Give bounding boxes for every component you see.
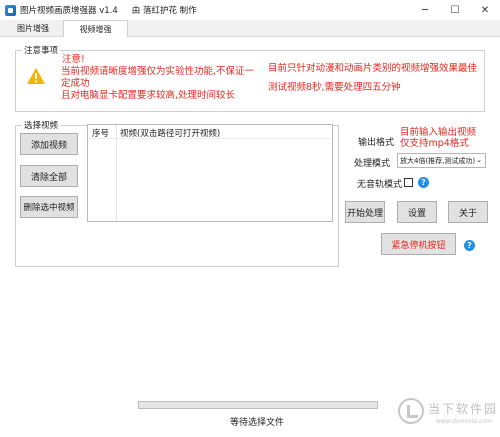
notice-right-line-2: 测试视频8秒,需要处理四五分钟 bbox=[268, 82, 401, 93]
notice-line-1: 当前视频请晰度增强仅为实验性功能,不保证一定成功 bbox=[61, 66, 255, 89]
help-icon[interactable]: ? bbox=[418, 177, 429, 188]
warning-icon bbox=[27, 68, 45, 84]
process-mode-select[interactable]: 放大4倍(推荐,测试成功) ⌄ bbox=[397, 153, 486, 168]
minimize-button[interactable]: ─ bbox=[410, 0, 440, 20]
tab-video-enhance[interactable]: 视频增强 bbox=[63, 20, 128, 38]
process-mode-value: 放大4倍(推荐,测试成功) bbox=[400, 156, 476, 165]
delete-selected-button[interactable]: 删除选中视频 bbox=[20, 196, 78, 218]
silent-track-label: 无音轨模式 bbox=[357, 180, 403, 190]
watermark-icon bbox=[398, 398, 424, 424]
tab-image-enhance[interactable]: 图片增强 bbox=[3, 20, 63, 37]
emergency-stop-button[interactable]: 紧急停机按钮 bbox=[381, 233, 456, 255]
window-controls: ─ ☐ ✕ bbox=[410, 0, 500, 20]
tab-bar: 图片增强 视频增强 bbox=[0, 20, 500, 38]
notice-group-title: 注意事项 bbox=[22, 44, 61, 56]
output-format-label: 输出格式 bbox=[358, 138, 395, 148]
app-icon bbox=[5, 4, 16, 16]
progress-bar bbox=[138, 401, 378, 409]
output-format-note-2: 仅支持mp4格式 bbox=[400, 138, 469, 149]
author-credit: 由 落红护花 制作 bbox=[131, 6, 197, 16]
video-enhance-panel: 注意事项 注意! 当前视频请晰度增强仅为实验性功能,不保证一定成功 且对电脑显卡… bbox=[0, 37, 500, 437]
help-icon-emergency[interactable]: ? bbox=[464, 240, 475, 251]
watermark-text: 当下软件园 bbox=[428, 402, 499, 416]
notice-line-2: 且对电脑显卡配置要求较高,处理时间较长 bbox=[61, 90, 236, 101]
title-bar: 图片视频画质增强器 v1.4 由 落红护花 制作 ─ ☐ ✕ bbox=[0, 0, 500, 20]
status-text: 等待选择文件 bbox=[230, 418, 285, 428]
process-mode-label: 处理模式 bbox=[354, 159, 391, 169]
silent-track-checkbox[interactable] bbox=[404, 178, 413, 187]
watermark-logo: 当下软件园 www.downxia.com bbox=[398, 396, 498, 432]
clear-all-button[interactable]: 清除全部 bbox=[20, 165, 78, 187]
output-format-note-1: 目前输入输出视频 bbox=[400, 127, 477, 138]
notice-right-line-1: 目前只针对动漫和动画片类别的视频增强效果最佳 bbox=[268, 63, 478, 74]
watermark-url: www.downxia.com bbox=[436, 418, 492, 425]
list-column-divider bbox=[116, 125, 117, 221]
close-button[interactable]: ✕ bbox=[470, 0, 500, 20]
maximize-button[interactable]: ☐ bbox=[440, 0, 470, 20]
video-list[interactable]: 序号 视频(双击路径可打开视频) bbox=[87, 124, 333, 222]
about-button[interactable]: 关于 bbox=[448, 201, 488, 223]
settings-button[interactable]: 设置 bbox=[397, 201, 437, 223]
notice-heading: 注意! bbox=[62, 54, 85, 65]
chevron-down-icon: ⌄ bbox=[476, 156, 482, 164]
add-video-button[interactable]: 添加视频 bbox=[20, 133, 78, 155]
list-row-divider bbox=[88, 138, 332, 139]
select-video-group-title: 选择视频 bbox=[22, 119, 61, 131]
window-title: 图片视频画质增强器 v1.4 bbox=[20, 6, 118, 16]
start-process-button[interactable]: 开始处理 bbox=[345, 201, 385, 223]
